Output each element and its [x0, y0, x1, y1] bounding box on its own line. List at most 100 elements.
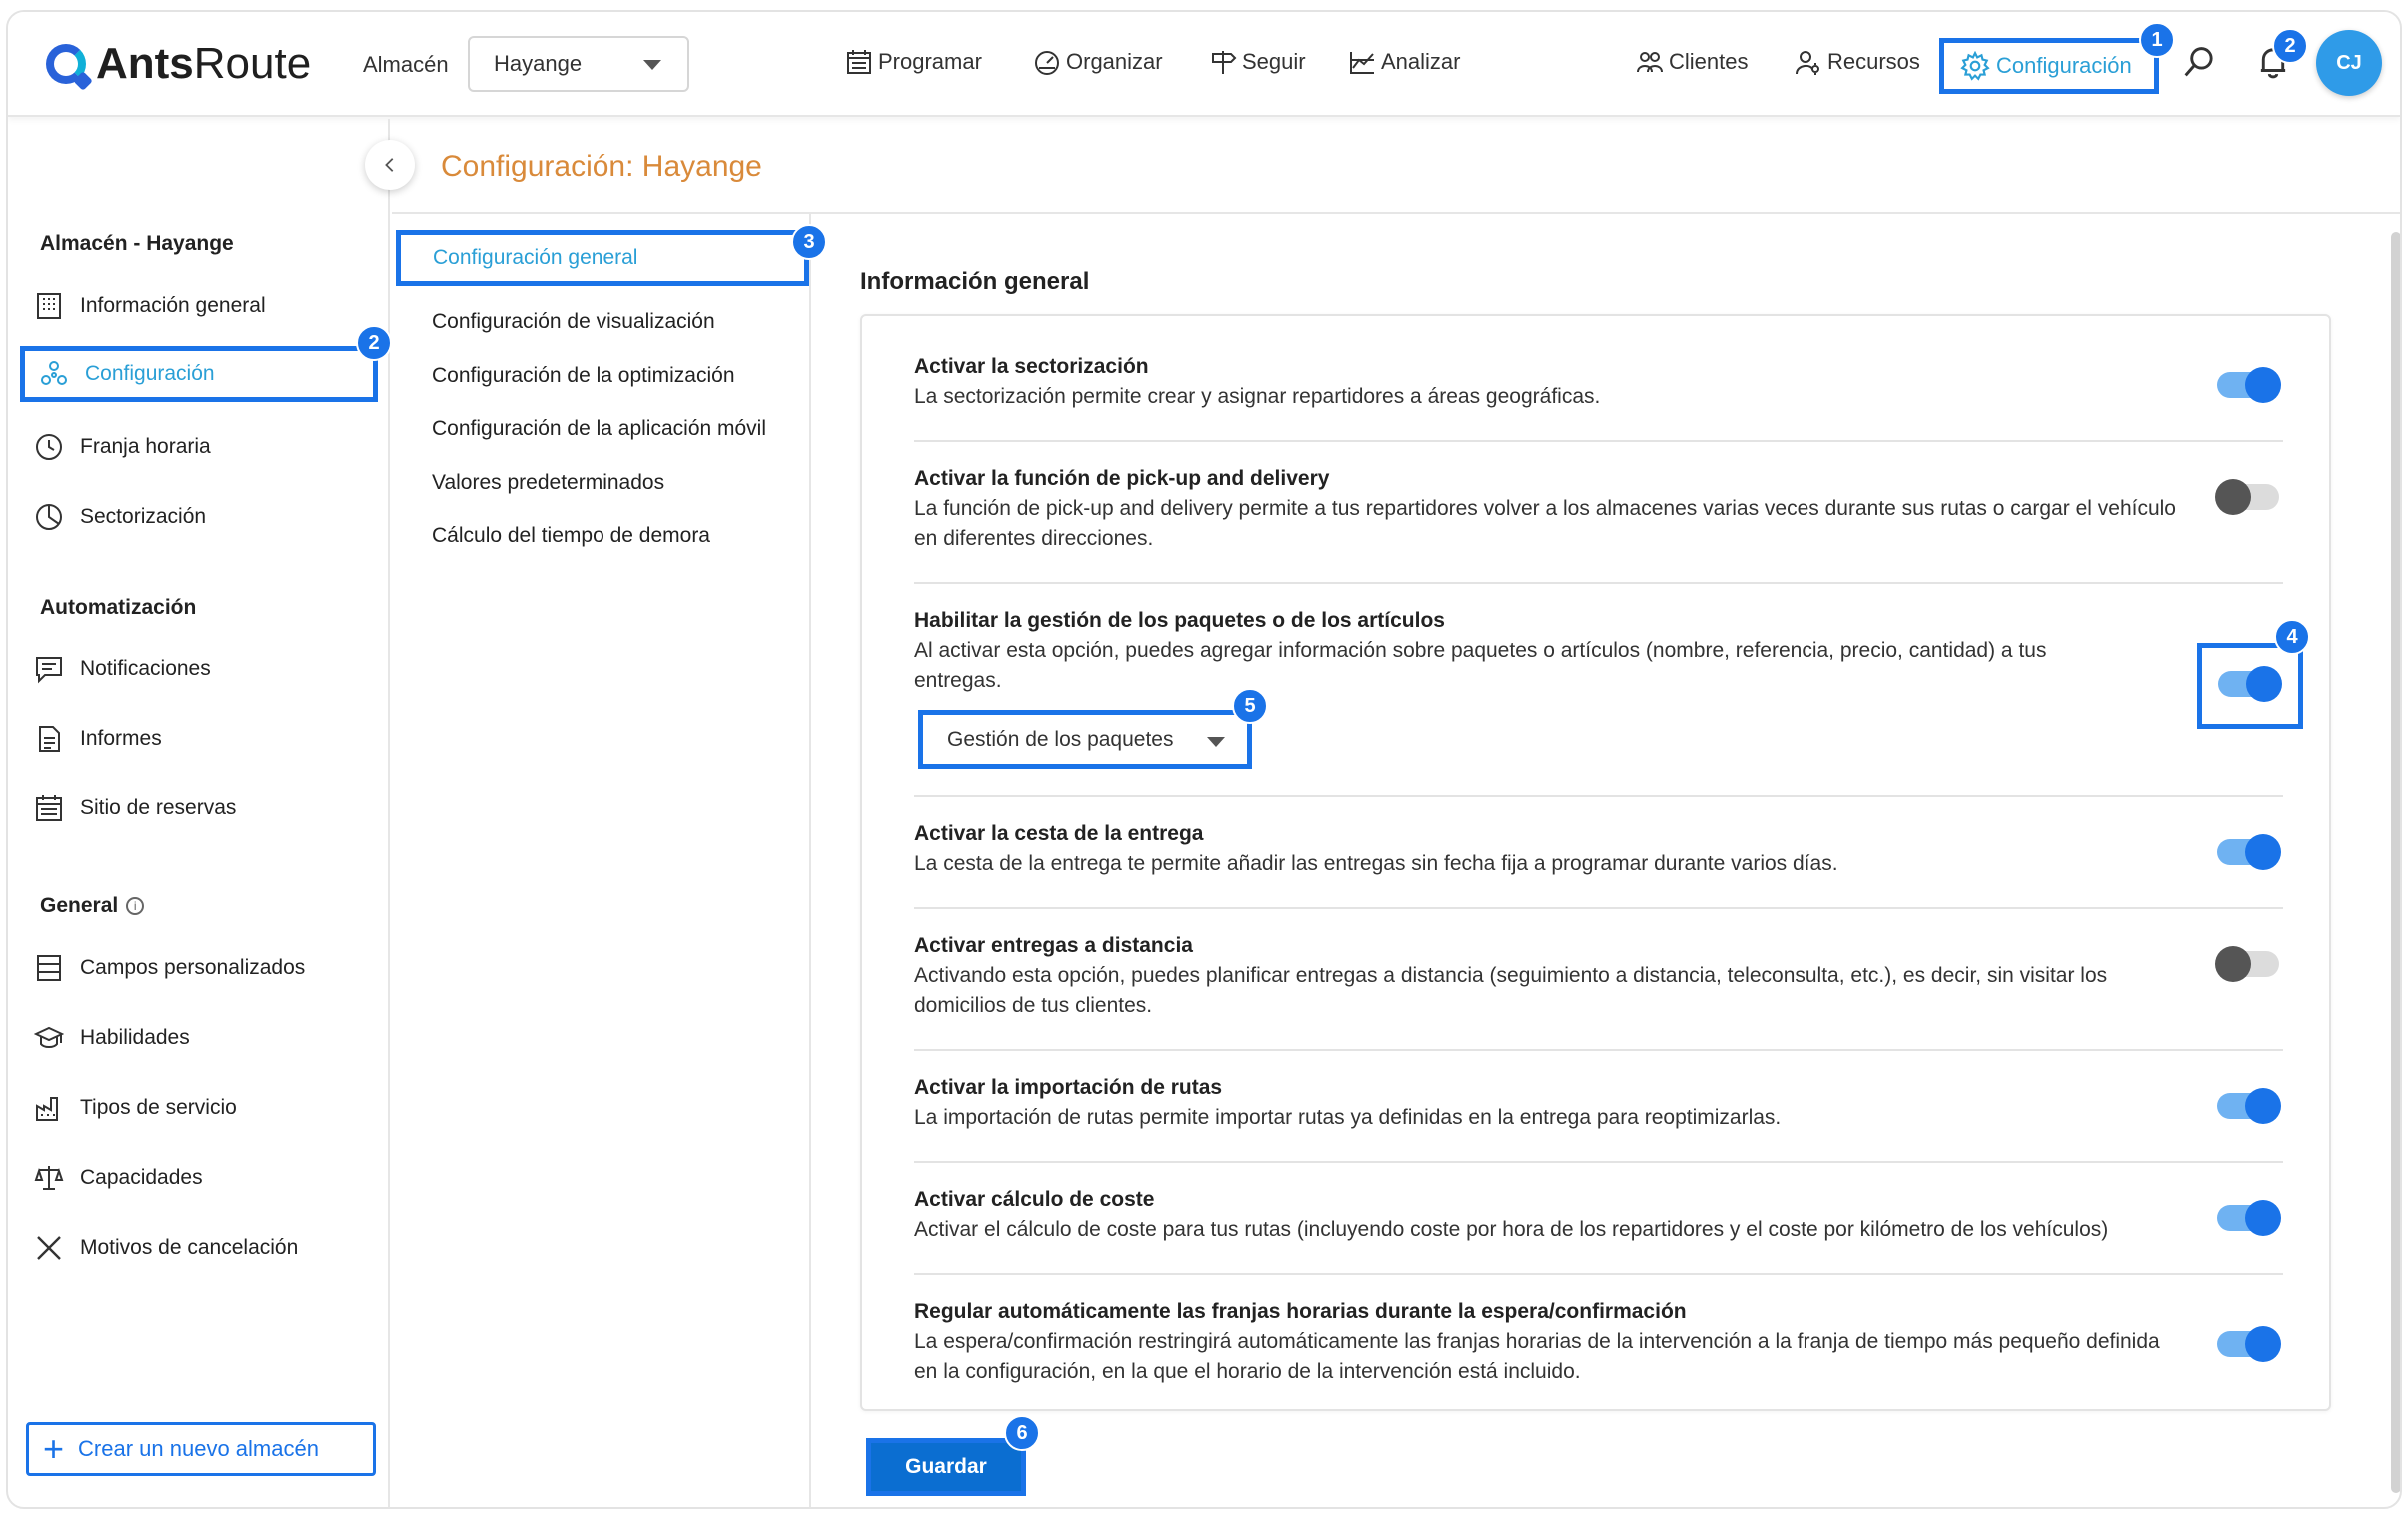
chevron-down-icon	[643, 60, 661, 70]
sidebar-item-informacion-general[interactable]: Información general	[32, 278, 382, 334]
setting-description: Activar el cálculo de coste para tus rut…	[914, 1218, 2109, 1241]
highlight-toggle-frame	[2197, 643, 2303, 729]
setting-description: Al activar esta opción, puedes agregar i…	[914, 639, 2047, 692]
nav-clientes[interactable]: Clientes	[1635, 42, 1748, 82]
setting-title: Activar la cesta de la entrega	[914, 822, 1204, 845]
setting-row: Habilitar la gestión de los paquetes o d…	[914, 606, 2283, 696]
toggle-pickup-delivery[interactable]	[2215, 479, 2279, 515]
antsroute-logo[interactable]: AntsRoute	[46, 34, 311, 94]
setting-row: Activar la sectorización La sectorizació…	[914, 352, 2283, 412]
scale-icon	[32, 1161, 66, 1195]
toggle-entregas-distancia[interactable]	[2215, 946, 2279, 982]
calendar-icon	[844, 47, 874, 77]
toggle-knob	[2245, 1200, 2281, 1236]
signpost-icon	[1208, 47, 1238, 77]
info-icon[interactable]: i	[126, 897, 145, 915]
setting-description: La función de pick-up and delivery permi…	[914, 497, 2176, 550]
toggle-knob	[2245, 1326, 2281, 1362]
submenu-configuracion-general[interactable]: Configuración general	[396, 230, 809, 286]
submenu-configuracion-aplicacion-movil[interactable]: Configuración de la aplicación móvil	[432, 417, 766, 441]
toggle-cesta-entrega[interactable]	[2217, 834, 2281, 870]
sidebar-item-sectorizacion[interactable]: Sectorización	[32, 489, 382, 545]
toggle-gestion-paquetes[interactable]	[2218, 666, 2282, 702]
logo-text-route: Route	[193, 39, 312, 88]
chart-icon	[1347, 47, 1377, 77]
sidebar-item-motivos-de-cancelacion[interactable]: Motivos de cancelación	[32, 1220, 382, 1276]
sidebar-item-notificaciones[interactable]: Notificaciones	[32, 641, 382, 697]
toggle-calculo-coste[interactable]	[2217, 1200, 2281, 1236]
toggle-knob	[2215, 479, 2251, 515]
setting-row: Regular automáticamente las franjas hora…	[914, 1297, 2283, 1387]
nav-configuracion[interactable]: Configuración	[1939, 38, 2159, 94]
nodes-icon	[37, 357, 71, 391]
step-badge-3: 3	[791, 224, 827, 260]
sidebar-section-general: General i	[40, 894, 145, 918]
create-warehouse-button[interactable]: + Crear un nuevo almacén	[26, 1422, 376, 1476]
collapse-sidebar-button[interactable]	[365, 140, 415, 190]
sidebar-item-capacidades[interactable]: Capacidades	[32, 1150, 382, 1206]
toggle-knob	[2245, 834, 2281, 870]
building-icon	[32, 289, 66, 323]
submenu-configuracion-visualizacion[interactable]: Configuración de visualización	[432, 310, 715, 334]
top-bar: AntsRoute Almacén Hayange Programar Orga…	[8, 12, 2400, 117]
app-window: AntsRoute Almacén Hayange Programar Orga…	[6, 10, 2402, 1509]
scrollbar[interactable]	[2391, 232, 2400, 1493]
setting-title: Activar la importación de rutas	[914, 1076, 1223, 1099]
setting-title: Activar cálculo de coste	[914, 1188, 1155, 1211]
warehouse-select-value: Hayange	[494, 51, 583, 76]
setting-title: Habilitar la gestión de los paquetes o d…	[914, 609, 1445, 632]
settings-card: Activar la sectorización La sectorizació…	[860, 314, 2331, 1411]
avatar[interactable]: CJ	[2316, 30, 2382, 96]
setting-row: Activar entregas a distancia Activando e…	[914, 931, 2283, 1021]
divider	[914, 440, 2283, 442]
chevron-left-icon	[385, 158, 394, 172]
package-management-select[interactable]: Gestión de los paquetes	[918, 710, 1252, 769]
list-icon	[32, 951, 66, 985]
speedometer-icon	[1032, 47, 1062, 77]
save-button[interactable]: Guardar	[866, 1438, 1026, 1496]
toggle-regular-franjas[interactable]	[2217, 1326, 2281, 1362]
nav-seguir[interactable]: Seguir	[1208, 42, 1306, 82]
setting-row: Activar cálculo de coste Activar el cálc…	[914, 1185, 2283, 1245]
toggle-importacion-rutas[interactable]	[2217, 1088, 2281, 1124]
package-select-value: Gestión de los paquetes	[947, 728, 1174, 751]
setting-title: Regular automáticamente las franjas hora…	[914, 1300, 1687, 1323]
sidebar-section-warehouse: Almacén - Hayange	[40, 232, 234, 255]
calendar-grid-icon	[32, 791, 66, 825]
x-icon	[32, 1231, 66, 1265]
nav-organizar[interactable]: Organizar	[1032, 42, 1163, 82]
sidebar-item-campos-personalizados[interactable]: Campos personalizados	[32, 940, 382, 996]
submenu-calculo-tiempo-demora[interactable]: Cálculo del tiempo de demora	[432, 524, 710, 548]
sidebar-item-franja-horaria[interactable]: Franja horaria	[32, 419, 382, 475]
divider	[914, 1273, 2283, 1275]
document-icon	[32, 722, 66, 756]
sidebar-item-informes[interactable]: Informes	[32, 711, 382, 766]
submenu-configuracion-optimizacion[interactable]: Configuración de la optimización	[432, 364, 735, 388]
user-gear-icon	[1794, 47, 1823, 77]
gear-icon	[1960, 51, 1990, 81]
nav-programar[interactable]: Programar	[844, 42, 982, 82]
divider	[914, 582, 2283, 584]
users-icon	[1635, 47, 1665, 77]
sidebar-item-configuracion[interactable]: Configuración	[20, 346, 378, 402]
section-title: Información general	[860, 268, 1090, 295]
toggle-knob	[2245, 1088, 2281, 1124]
step-badge-5: 5	[1232, 688, 1268, 724]
sidebar-item-habilidades[interactable]: Habilidades	[32, 1010, 382, 1066]
sidebar-item-sitio-de-reservas[interactable]: Sitio de reservas	[32, 780, 382, 836]
divider	[914, 795, 2283, 797]
search-icon[interactable]	[2182, 42, 2216, 82]
sidebar-section-automatizacion: Automatización	[40, 596, 197, 619]
page-title: Configuración: Hayange	[441, 150, 762, 183]
step-badge-2: 2	[356, 325, 392, 361]
sidebar-item-tipos-de-servicio[interactable]: Tipos de servicio	[32, 1080, 382, 1136]
clock-icon	[32, 430, 66, 464]
pie-icon	[32, 500, 66, 534]
setting-description: La cesta de la entrega te permite añadir…	[914, 852, 1838, 875]
nav-recursos[interactable]: Recursos	[1794, 42, 1920, 82]
nav-analizar[interactable]: Analizar	[1347, 42, 1460, 82]
setting-row: Activar la importación de rutas La impor…	[914, 1073, 2283, 1133]
submenu-valores-predeterminados[interactable]: Valores predeterminados	[432, 471, 664, 495]
toggle-sectorizacion[interactable]	[2217, 367, 2281, 403]
warehouse-select[interactable]: Hayange	[468, 36, 689, 92]
